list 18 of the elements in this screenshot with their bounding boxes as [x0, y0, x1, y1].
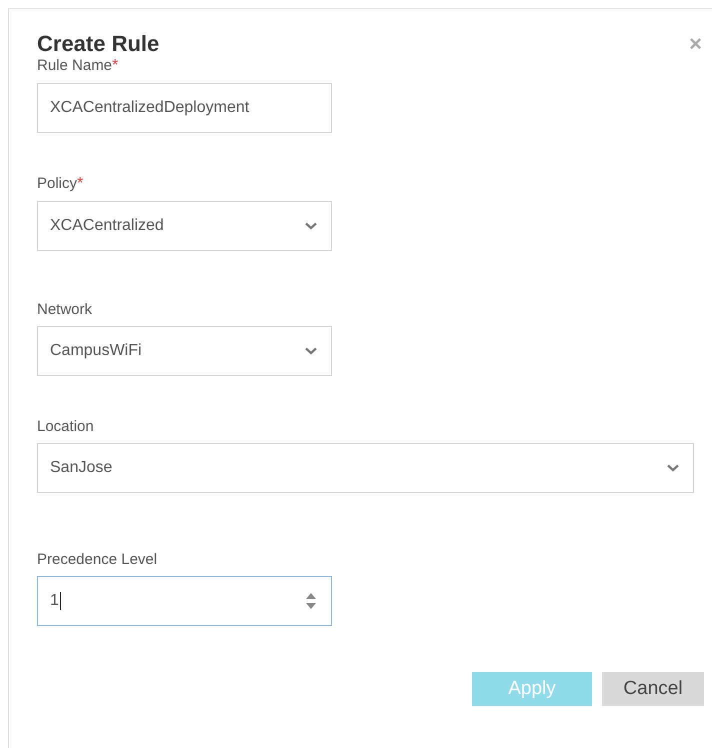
field-label: Location: [37, 418, 94, 435]
field-label: Precedence Level: [37, 551, 158, 568]
required-mark: *: [112, 57, 118, 75]
field-label: Network: [37, 301, 92, 318]
number-field[interactable]: 1: [37, 576, 332, 626]
chevron-down-icon: [667, 464, 679, 472]
spinner-icon: [305, 592, 317, 610]
field-label: Policy: [37, 175, 78, 193]
cancel-button[interactable]: Cancel: [602, 672, 704, 706]
chevron-down-icon: [305, 347, 317, 355]
dropdown-field[interactable]: CampusWiFi: [37, 326, 332, 376]
field-label: Rule Name: [37, 57, 112, 75]
chevron-down-icon: [305, 222, 317, 230]
required-mark: *: [77, 175, 84, 193]
dropdown-field[interactable]: XCACentralized: [37, 201, 332, 251]
dropdown-field[interactable]: SanJose: [37, 443, 694, 493]
dialog-title: Create Rule: [37, 31, 160, 57]
input-field[interactable]: XCACentralizedDeployment: [37, 83, 332, 133]
